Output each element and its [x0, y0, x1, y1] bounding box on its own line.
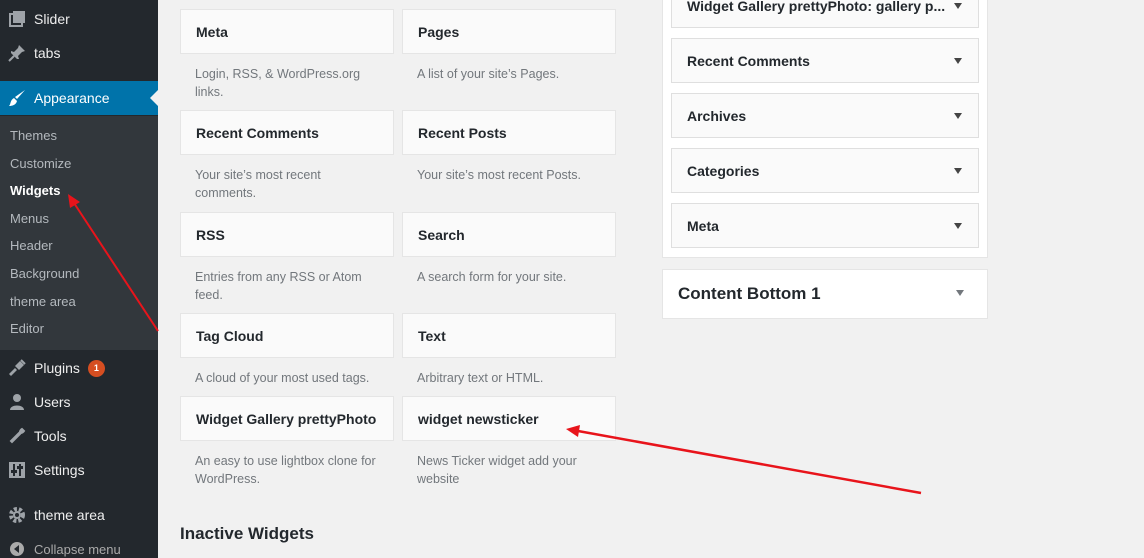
widget-pages[interactable]: Pages: [402, 9, 616, 54]
menu-item-appearance[interactable]: Appearance: [0, 81, 158, 115]
widget-description: An easy to use lightbox clone for WordPr…: [195, 454, 376, 486]
menu-label: theme area: [34, 507, 105, 523]
widget-rss[interactable]: RSS: [180, 212, 394, 257]
widget-recent-posts[interactable]: Recent Posts: [402, 110, 616, 155]
widget-description: Entries from any RSS or Atom feed.: [195, 270, 362, 302]
plugin-icon: [0, 359, 34, 377]
area-widget-meta[interactable]: Meta: [671, 203, 979, 248]
menu-label: Plugins: [34, 360, 80, 376]
menu-label: Appearance: [34, 90, 110, 106]
widget-tag-cloud[interactable]: Tag Cloud: [180, 313, 394, 358]
submenu-item-themes[interactable]: Themes: [10, 126, 57, 146]
paintbrush-icon: [0, 89, 34, 107]
widget-newsticker[interactable]: widget newsticker: [402, 396, 616, 441]
submenu-item-header[interactable]: Header: [10, 236, 53, 256]
widget-description: A list of your site’s Pages.: [417, 67, 560, 81]
area-widget-title: Widget Gallery prettyPhoto: gallery p...: [687, 0, 946, 14]
inactive-widgets-heading: Inactive Widgets: [180, 524, 314, 543]
widget-text[interactable]: Text: [402, 313, 616, 358]
collapse-icon: [0, 541, 34, 557]
submenu-item-background[interactable]: Background: [10, 264, 79, 284]
menu-label: Tools: [34, 428, 67, 444]
submenu-item-menus[interactable]: Menus: [10, 209, 49, 229]
widget-gallery-prettyphoto[interactable]: Widget Gallery prettyPhoto: [180, 396, 394, 441]
area-widget-title: Categories: [687, 162, 760, 179]
appearance-submenu: Themes Customize Widgets Menus Header Ba…: [0, 116, 158, 350]
content-bottom-sidebar[interactable]: Content Bottom 1: [662, 269, 988, 319]
expand-arrow-icon[interactable]: [954, 167, 962, 174]
area-widget-categories[interactable]: Categories: [671, 148, 979, 193]
menu-item-slider[interactable]: Slider: [0, 2, 158, 36]
widget-description: Your site’s most recent Posts.: [417, 168, 581, 182]
menu-item-theme-area[interactable]: theme area: [0, 498, 158, 532]
menu-label: Settings: [34, 462, 85, 478]
collapse-label: Collapse menu: [34, 541, 121, 557]
menu-item-plugins[interactable]: Plugins 1: [0, 351, 158, 385]
widget-description: News Ticker widget add your website: [417, 454, 577, 486]
area-widget-recent-comments[interactable]: Recent Comments: [671, 38, 979, 83]
area-widget-title: Archives: [687, 107, 747, 124]
submenu-item-customize[interactable]: Customize: [10, 154, 71, 174]
menu-item-settings[interactable]: Settings: [0, 453, 158, 487]
widget-description: Arbitrary text or HTML.: [417, 371, 544, 385]
wrench-icon: [0, 427, 34, 445]
expand-arrow-icon[interactable]: [956, 290, 964, 296]
area-widget-gallery-prettyphoto[interactable]: Widget Gallery prettyPhoto: gallery p...: [671, 0, 979, 28]
submenu-item-theme-area[interactable]: theme area: [10, 292, 76, 312]
area-widget-archives[interactable]: Archives: [671, 93, 979, 138]
pin-icon: [0, 44, 34, 62]
area-widget-title: Recent Comments: [687, 52, 810, 69]
settings-icon: [0, 461, 34, 479]
gallery-icon: [0, 10, 34, 28]
menu-label: Users: [34, 394, 71, 410]
expand-arrow-icon[interactable]: [954, 112, 962, 119]
menu-label: tabs: [34, 45, 61, 61]
widget-description: A cloud of your most used tags.: [195, 371, 370, 385]
menu-item-tabs[interactable]: tabs: [0, 36, 158, 70]
submenu-item-widgets[interactable]: Widgets: [10, 181, 60, 201]
expand-arrow-icon[interactable]: [954, 2, 962, 9]
widget-search[interactable]: Search: [402, 212, 616, 257]
sidebar-title: Content Bottom 1: [678, 284, 821, 303]
annotation-arrow-newsticker: [566, 425, 922, 495]
expand-arrow-icon[interactable]: [954, 57, 962, 64]
gear-icon: [0, 506, 34, 524]
widget-recent-comments[interactable]: Recent Comments: [180, 110, 394, 155]
widget-description: A search form for your site.: [417, 270, 567, 284]
widget-description: Login, RSS, & WordPress.org links.: [195, 67, 361, 99]
submenu-item-editor[interactable]: Editor: [10, 319, 44, 339]
menu-item-tools[interactable]: Tools: [0, 419, 158, 453]
widget-meta[interactable]: Meta: [180, 9, 394, 54]
admin-sidebar: Slider tabs Appearance Themes Customize …: [0, 0, 158, 558]
area-widget-title: Meta: [687, 217, 719, 234]
expand-arrow-icon[interactable]: [954, 222, 962, 229]
menu-item-users[interactable]: Users: [0, 385, 158, 419]
menu-label: Slider: [34, 11, 70, 27]
collapse-menu-button[interactable]: Collapse menu: [0, 532, 158, 558]
widget-description: Your site’s most recent comments.: [195, 168, 321, 200]
update-count-badge: 1: [87, 359, 105, 377]
user-icon: [0, 393, 34, 411]
